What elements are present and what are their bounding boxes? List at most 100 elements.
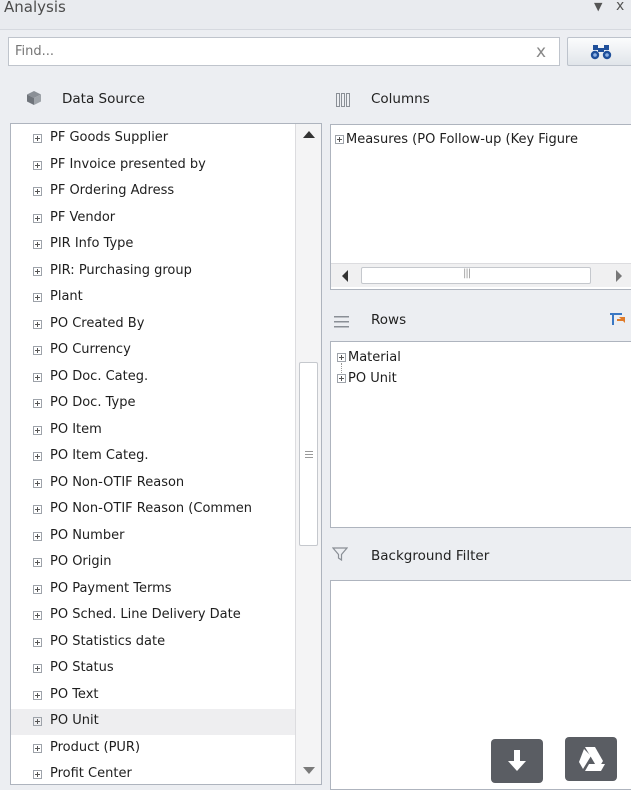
tree-item[interactable]: Plant: [11, 285, 299, 311]
scroll-right-arrow-icon[interactable]: [616, 270, 622, 282]
data-source-tree[interactable]: PF Goods Supplier PF Invoice presented by…: [10, 123, 322, 785]
tree-item-label: PO Non-OTIF Reason: [50, 474, 185, 490]
expand-icon[interactable]: [33, 690, 42, 700]
tree-item[interactable]: PO Currency: [11, 338, 299, 364]
tree-item-label: PO Sched. Line Delivery Date: [50, 607, 241, 622]
tree-item[interactable]: PF Goods Supplier: [11, 126, 299, 152]
tree-item-label: Profit Center: [50, 766, 132, 781]
expand-icon[interactable]: [33, 399, 42, 408]
expand-icon[interactable]: [33, 558, 42, 567]
expand-icon[interactable]: [33, 293, 42, 302]
rows-drop-zone[interactable]: Material PO Unit: [330, 341, 631, 528]
filter-icon: [331, 546, 349, 566]
expand-icon[interactable]: [33, 372, 42, 382]
tree-item[interactable]: Profit Center: [11, 762, 299, 784]
expand-icon[interactable]: [33, 452, 42, 461]
tree-item[interactable]: PF Ordering Adress: [11, 179, 299, 205]
expand-icon[interactable]: [33, 664, 42, 673]
columns-hscrollbar[interactable]: [331, 263, 631, 287]
tree-item[interactable]: PF Invoice presented by: [11, 153, 299, 179]
scroll-left-arrow-icon[interactable]: [342, 270, 348, 282]
find-button[interactable]: [567, 37, 631, 66]
expand-icon[interactable]: [33, 187, 42, 196]
expand-icon[interactable]: [33, 584, 42, 594]
expand-icon[interactable]: [33, 505, 42, 514]
tree-item[interactable]: PF Vendor: [11, 206, 299, 232]
columns-drop-zone[interactable]: Measures (PO Follow-up (Key Figure: [330, 124, 631, 290]
rows-item-material[interactable]: Material: [337, 350, 401, 365]
tree-item[interactable]: PO Item Categ.: [11, 444, 299, 470]
rows-item-po-unit[interactable]: PO Unit: [337, 371, 397, 386]
data-source-scrollbar[interactable]: [295, 124, 321, 784]
expand-icon[interactable]: [33, 478, 42, 488]
expand-icon[interactable]: [33, 319, 42, 329]
hscroll-thumb[interactable]: [361, 267, 591, 284]
tree-item-label: Plant: [50, 289, 83, 304]
columns-icon: [336, 92, 351, 111]
title-bar: Analysis ▼ x: [0, 0, 631, 30]
rows-heading: Rows: [371, 312, 407, 328]
expand-icon[interactable]: [33, 611, 42, 620]
tree-item-label: PO Text: [50, 686, 99, 702]
tree-item[interactable]: PO Doc. Categ.: [11, 365, 299, 391]
columns-heading: Columns: [371, 91, 430, 107]
tree-item[interactable]: PIR Info Type: [11, 232, 299, 258]
expand-icon[interactable]: [33, 717, 42, 726]
clear-search-icon[interactable]: x: [528, 39, 554, 65]
scroll-up-arrow-icon[interactable]: [303, 131, 315, 138]
expand-icon[interactable]: [33, 531, 42, 541]
columns-item-label: Measures (PO Follow-up (Key Figure: [346, 132, 578, 147]
tree-item[interactable]: PO Payment Terms: [11, 577, 299, 603]
tree-item[interactable]: PO Number: [11, 524, 299, 550]
expand-icon[interactable]: [33, 770, 42, 779]
tree-item-label: PO Doc. Type: [50, 395, 136, 410]
tree-item[interactable]: PO Sched. Line Delivery Date: [11, 603, 299, 629]
rows-item-label: Material: [348, 350, 401, 365]
expand-icon[interactable]: [33, 160, 42, 170]
find-input[interactable]: [8, 37, 560, 66]
cube-icon: [26, 90, 42, 110]
columns-item[interactable]: Measures (PO Follow-up (Key Figure: [335, 132, 578, 147]
expand-icon[interactable]: [33, 743, 42, 753]
expand-icon[interactable]: [335, 135, 344, 144]
expand-icon[interactable]: [33, 637, 42, 647]
tree-item-label: PO Unit: [50, 713, 99, 728]
tree-item-label: PO Item Categ.: [50, 448, 149, 463]
tree-item[interactable]: PO Non-OTIF Reason (Commen: [11, 497, 299, 523]
tree-item-label: PF Goods Supplier: [50, 130, 169, 145]
swap-axes-icon[interactable]: [610, 311, 626, 331]
expand-icon[interactable]: [33, 213, 42, 223]
scroll-down-arrow-icon[interactable]: [303, 767, 315, 774]
expand-icon[interactable]: [337, 374, 346, 383]
grip-icon: [305, 451, 313, 458]
tree-item[interactable]: PO Statistics date: [11, 630, 299, 656]
tree-item[interactable]: Product (PUR): [11, 736, 299, 762]
tree-item[interactable]: PO Created By: [11, 312, 299, 338]
tree-item[interactable]: PO Item: [11, 418, 299, 444]
tree-item-label: PO Origin: [50, 554, 112, 569]
panel-title: Analysis: [4, 0, 66, 16]
google-drive-button[interactable]: [565, 737, 617, 781]
tree-item-label: PO Statistics date: [50, 633, 166, 649]
panel-menu-icon[interactable]: ▼: [594, 0, 602, 13]
expand-icon[interactable]: [337, 353, 346, 362]
tree-item[interactable]: PO Doc. Type: [11, 391, 299, 417]
data-source-heading: Data Source: [62, 91, 145, 107]
expand-icon[interactable]: [33, 266, 42, 276]
tree-item[interactable]: PO Unit: [11, 709, 299, 735]
tree-item-label: PO Non-OTIF Reason (Commen: [50, 501, 252, 516]
scroll-thumb[interactable]: [299, 362, 318, 546]
download-button[interactable]: [491, 739, 543, 783]
tree-item[interactable]: PO Status: [11, 656, 299, 682]
expand-icon[interactable]: [33, 134, 42, 143]
tree-item[interactable]: PO Non-OTIF Reason: [11, 471, 299, 497]
tree-item[interactable]: PO Origin: [11, 550, 299, 576]
tree-item[interactable]: PO Text: [11, 683, 299, 709]
tree-item-label: PO Currency: [50, 342, 131, 357]
download-arrow-icon: [508, 750, 526, 771]
panel-close-icon[interactable]: x: [616, 0, 624, 14]
expand-icon[interactable]: [33, 346, 42, 355]
tree-item[interactable]: PIR: Purchasing group: [11, 259, 299, 285]
expand-icon[interactable]: [33, 425, 42, 435]
expand-icon[interactable]: [33, 240, 42, 249]
